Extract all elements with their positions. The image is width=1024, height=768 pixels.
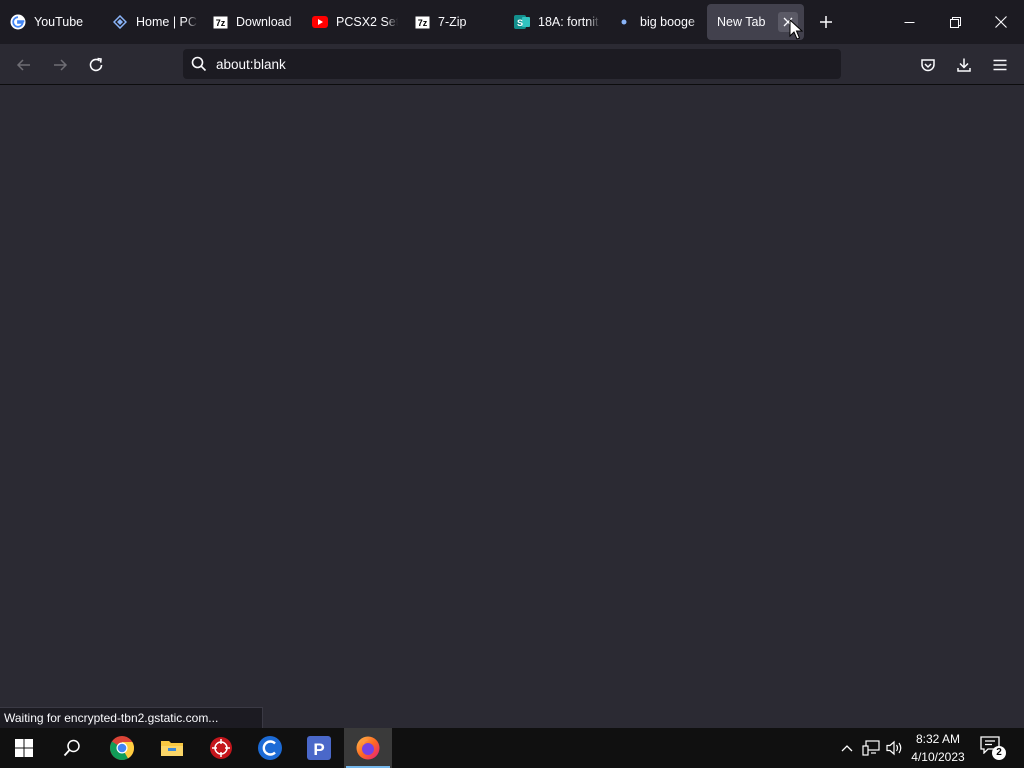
url-bar[interactable] (183, 49, 841, 79)
back-button[interactable] (9, 50, 39, 80)
sway-icon: S (514, 14, 530, 30)
google-g-icon (10, 14, 26, 30)
tab-18a-fortnite[interactable]: S 18A: fortnit (504, 4, 600, 40)
taskbar-clock[interactable]: 8:32 AM 4/10/2023 (906, 730, 970, 766)
p-app-taskbar-button[interactable]: P (295, 728, 343, 768)
arrow-left-icon (16, 59, 30, 71)
action-center-button[interactable]: 2 (980, 736, 1006, 760)
notification-count-badge: 2 (992, 746, 1006, 760)
minimize-icon (904, 21, 914, 23)
close-icon (995, 16, 1007, 28)
7zip-icon: 7z (414, 14, 430, 30)
reload-icon (89, 57, 103, 72)
minimize-button[interactable] (886, 0, 932, 44)
chrome-icon (110, 736, 135, 761)
chevron-up-icon (841, 745, 853, 752)
7zip-icon: 7z (212, 14, 228, 30)
tab-label: YouTube (34, 15, 84, 29)
ccleaner-taskbar-button[interactable] (246, 728, 294, 768)
start-button[interactable] (0, 728, 48, 768)
taskbar: P 8:32 AM 4/10/2023 2 (0, 728, 1024, 768)
navigation-toolbar (0, 44, 1024, 85)
search-icon (191, 56, 207, 72)
arrow-right-icon (54, 59, 68, 71)
tab-home-pc[interactable]: Home | PC (102, 4, 198, 40)
svg-text:7z: 7z (417, 18, 427, 28)
pocket-button[interactable] (913, 50, 943, 80)
folder-icon (161, 741, 183, 756)
status-panel: Waiting for encrypted-tbn2.gstatic.com..… (0, 707, 263, 728)
youtube-icon (312, 14, 328, 30)
tab-download[interactable]: 7z Download (202, 4, 300, 40)
download-icon (957, 58, 971, 72)
plus-icon (820, 16, 832, 28)
restore-icon (949, 16, 961, 28)
svg-text:P: P (313, 740, 324, 759)
volume-tray-button[interactable] (885, 738, 905, 758)
close-icon (783, 17, 793, 27)
new-tab-button[interactable] (812, 8, 840, 36)
pocket-icon (921, 59, 935, 72)
svg-text:7z: 7z (215, 18, 225, 28)
p-app-icon: P (307, 736, 331, 760)
tab-pcsx2-setup[interactable]: PCSX2 Setu (302, 4, 398, 40)
speaker-icon (886, 740, 902, 756)
tab-label: PCSX2 Setu (336, 15, 398, 29)
tab-label: big booge (640, 15, 695, 29)
page-content (0, 85, 1024, 728)
windows-icon (15, 739, 33, 757)
tab-youtube[interactable]: YouTube (0, 4, 98, 40)
search-button[interactable] (48, 728, 96, 768)
file-explorer-taskbar-button[interactable] (148, 728, 196, 768)
tab-label: Home | PC (136, 15, 197, 29)
dot-icon (616, 14, 632, 30)
close-window-button[interactable] (978, 0, 1024, 44)
svg-text:S: S (517, 18, 523, 28)
firefox-taskbar-button[interactable] (344, 728, 392, 768)
clock-time: 8:32 AM (915, 732, 961, 746)
firefox-icon (356, 736, 380, 760)
clock-date: 4/10/2023 (911, 750, 965, 764)
hamburger-icon (993, 59, 1007, 71)
tab-big-booger[interactable]: big booge (606, 4, 702, 40)
red-gear-app-icon (210, 737, 232, 759)
tab-7zip[interactable]: 7z 7-Zip (404, 4, 502, 40)
menu-button[interactable] (985, 50, 1015, 80)
restore-button[interactable] (932, 0, 978, 44)
chrome-taskbar-button[interactable] (98, 728, 146, 768)
tab-strip: YouTube Home | PC 7z Download PCSX2 Setu… (0, 0, 1024, 44)
reload-button[interactable] (81, 50, 111, 80)
url-input[interactable] (216, 56, 841, 72)
ccleaner-icon (258, 736, 282, 760)
tab-label: 18A: fortnit (538, 15, 599, 29)
show-hidden-icons-button[interactable] (837, 738, 857, 758)
close-tab-button[interactable] (778, 12, 798, 32)
tab-label: 7-Zip (438, 15, 467, 29)
tab-label: Download (236, 15, 292, 29)
downloads-button[interactable] (949, 50, 979, 80)
search-icon (63, 739, 80, 757)
diamond-site-icon (112, 14, 128, 30)
network-icon (862, 740, 880, 756)
tab-new-tab[interactable]: New Tab (707, 4, 804, 40)
forward-button[interactable] (45, 50, 75, 80)
network-tray-button[interactable] (861, 738, 881, 758)
red-app-taskbar-button[interactable] (197, 728, 245, 768)
